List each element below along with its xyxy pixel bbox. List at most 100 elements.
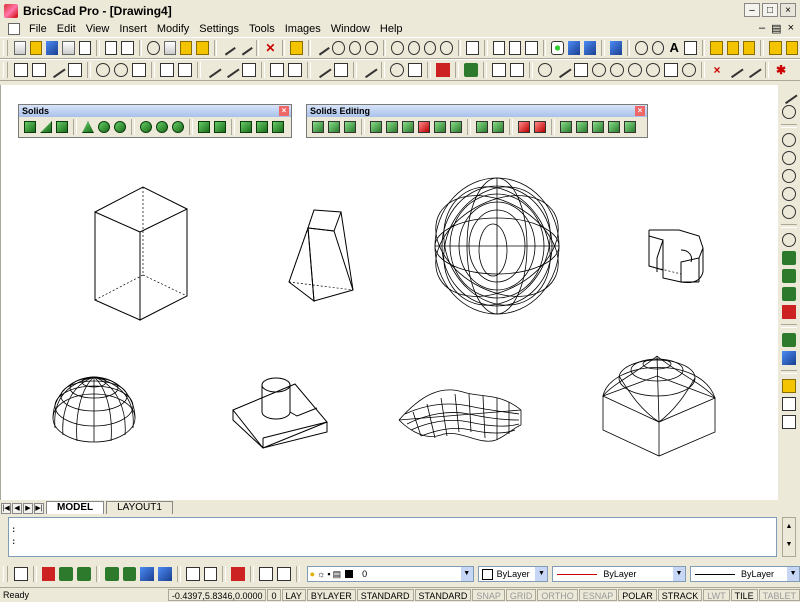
hatch-icon[interactable] — [508, 41, 522, 55]
ray-icon[interactable] — [360, 61, 378, 79]
view-icon[interactable] — [407, 41, 420, 55]
render-to-file-icon[interactable] — [782, 415, 796, 429]
menu-file[interactable]: File — [24, 23, 52, 35]
explode-icon[interactable] — [314, 61, 332, 79]
dome-solid[interactable] — [52, 376, 136, 443]
help-icon[interactable] — [290, 41, 303, 55]
layer-isolate-icon[interactable] — [59, 567, 74, 581]
extrude-faces-icon[interactable] — [370, 121, 382, 133]
circle-icon[interactable] — [538, 63, 552, 77]
hand-icon[interactable] — [782, 105, 796, 119]
layer-match-icon[interactable] — [140, 567, 155, 581]
delete-faces-icon[interactable] — [418, 121, 430, 133]
properties-icon[interactable] — [78, 41, 92, 55]
tab-prev-button[interactable]: ◀ — [12, 503, 22, 514]
surface-mesh[interactable] — [398, 389, 522, 442]
mirror-icon[interactable] — [68, 63, 82, 77]
layer-explorer-icon[interactable] — [276, 567, 291, 581]
toolbar-grip[interactable] — [3, 40, 8, 56]
render-shade-icon[interactable] — [782, 269, 796, 283]
revolve-icon[interactable] — [214, 121, 226, 133]
dome-icon[interactable] — [140, 121, 152, 133]
color-dropdown[interactable]: ByLayer ▼ — [477, 566, 549, 582]
torus-icon[interactable] — [172, 121, 184, 133]
esnap-toggle[interactable]: ESNAP — [578, 589, 618, 601]
trim-icon[interactable] — [204, 61, 222, 79]
drawing-viewport[interactable] — [1, 85, 777, 500]
subtract-icon[interactable] — [328, 121, 340, 133]
copy-edges-icon[interactable] — [518, 121, 530, 133]
region-icon[interactable] — [492, 41, 505, 55]
copy-object-icon[interactable] — [32, 63, 46, 77]
copy-icon[interactable] — [163, 41, 177, 55]
polar-toggle[interactable]: POLAR — [618, 589, 657, 601]
torus-solid[interactable] — [418, 167, 576, 324]
render-full-icon[interactable] — [782, 251, 796, 265]
wedge-solid[interactable] — [94, 186, 188, 321]
toolbar-grip[interactable] — [3, 62, 8, 78]
menu-edit[interactable]: Edit — [52, 23, 81, 35]
color-faces-icon[interactable] — [492, 121, 504, 133]
grid-toggle[interactable]: GRID — [505, 589, 537, 601]
insert-block-icon[interactable] — [551, 41, 564, 55]
copy-faces-icon[interactable] — [476, 121, 488, 133]
explorer-linetypes-icon[interactable] — [726, 41, 740, 55]
text-icon[interactable]: A — [668, 41, 680, 55]
doc-minimize-button[interactable]: – — [759, 22, 765, 35]
zoom-all-icon[interactable] — [782, 205, 796, 219]
status-lay-toggle[interactable]: LAY — [281, 589, 306, 601]
snap-apparent-icon[interactable] — [744, 61, 762, 79]
materials-icon[interactable] — [782, 333, 796, 347]
tab-first-button[interactable]: |◀ — [1, 503, 11, 514]
zoom-in-icon[interactable] — [782, 133, 796, 147]
tab-layout1[interactable]: LAYOUT1 — [106, 501, 173, 514]
image-icon[interactable] — [583, 41, 596, 55]
solids-toolbar-close-button[interactable]: × — [279, 106, 289, 116]
lineweight-dropdown[interactable]: ByLayer ▼ — [690, 566, 800, 582]
layer-icon[interactable] — [635, 41, 648, 55]
imprint-icon[interactable] — [560, 121, 572, 133]
frustum-solid[interactable] — [288, 209, 354, 303]
layer-merge-icon[interactable] — [203, 567, 218, 581]
layer-previous-icon[interactable] — [41, 567, 56, 581]
save-as-icon[interactable] — [62, 41, 75, 55]
pan-icon[interactable] — [780, 87, 798, 105]
explorer-blocks-icon[interactable] — [769, 41, 782, 55]
extruded-u-solid[interactable] — [648, 229, 704, 283]
lwt-toggle[interactable]: LWT — [703, 589, 730, 601]
menu-settings[interactable]: Settings — [194, 23, 244, 35]
area-icon[interactable] — [408, 63, 422, 77]
offset-icon[interactable] — [48, 61, 66, 79]
open-icon[interactable] — [29, 41, 43, 55]
render-icon[interactable] — [423, 41, 437, 55]
background-icon[interactable] — [782, 379, 796, 393]
layer-delete-icon[interactable] — [231, 567, 246, 581]
move-faces-icon[interactable] — [386, 121, 398, 133]
snap-intersection-icon[interactable]: × — [710, 63, 724, 77]
tab-model[interactable]: MODEL — [46, 501, 105, 514]
interfere-icon[interactable] — [272, 121, 284, 133]
render-hidden-icon[interactable] — [782, 287, 796, 301]
break-icon[interactable] — [242, 63, 256, 77]
dist-icon[interactable] — [390, 63, 404, 77]
print-icon[interactable] — [13, 567, 28, 581]
layer-lock-icon[interactable] — [122, 567, 137, 581]
stretch-icon[interactable] — [160, 63, 174, 77]
extrude-icon[interactable] — [198, 121, 210, 133]
tile-toggle[interactable]: TILE — [730, 589, 758, 601]
cut-icon[interactable] — [147, 41, 160, 55]
paste-icon[interactable] — [180, 41, 193, 55]
sphere-icon[interactable] — [114, 121, 126, 133]
status-text-style[interactable]: STANDARD — [356, 589, 414, 601]
eraser-icon[interactable] — [436, 63, 450, 77]
zoom-realtime-icon[interactable] — [332, 41, 345, 55]
print-icon[interactable] — [104, 41, 118, 55]
array-icon[interactable] — [14, 63, 28, 77]
redo-icon[interactable] — [236, 40, 253, 56]
pan-icon[interactable] — [314, 40, 331, 56]
snap-insertion-icon[interactable] — [664, 63, 678, 77]
rotate-icon[interactable] — [114, 63, 128, 77]
snap-node-icon[interactable] — [682, 63, 696, 77]
cone-icon[interactable] — [82, 121, 94, 133]
clean-icon[interactable] — [624, 121, 636, 133]
